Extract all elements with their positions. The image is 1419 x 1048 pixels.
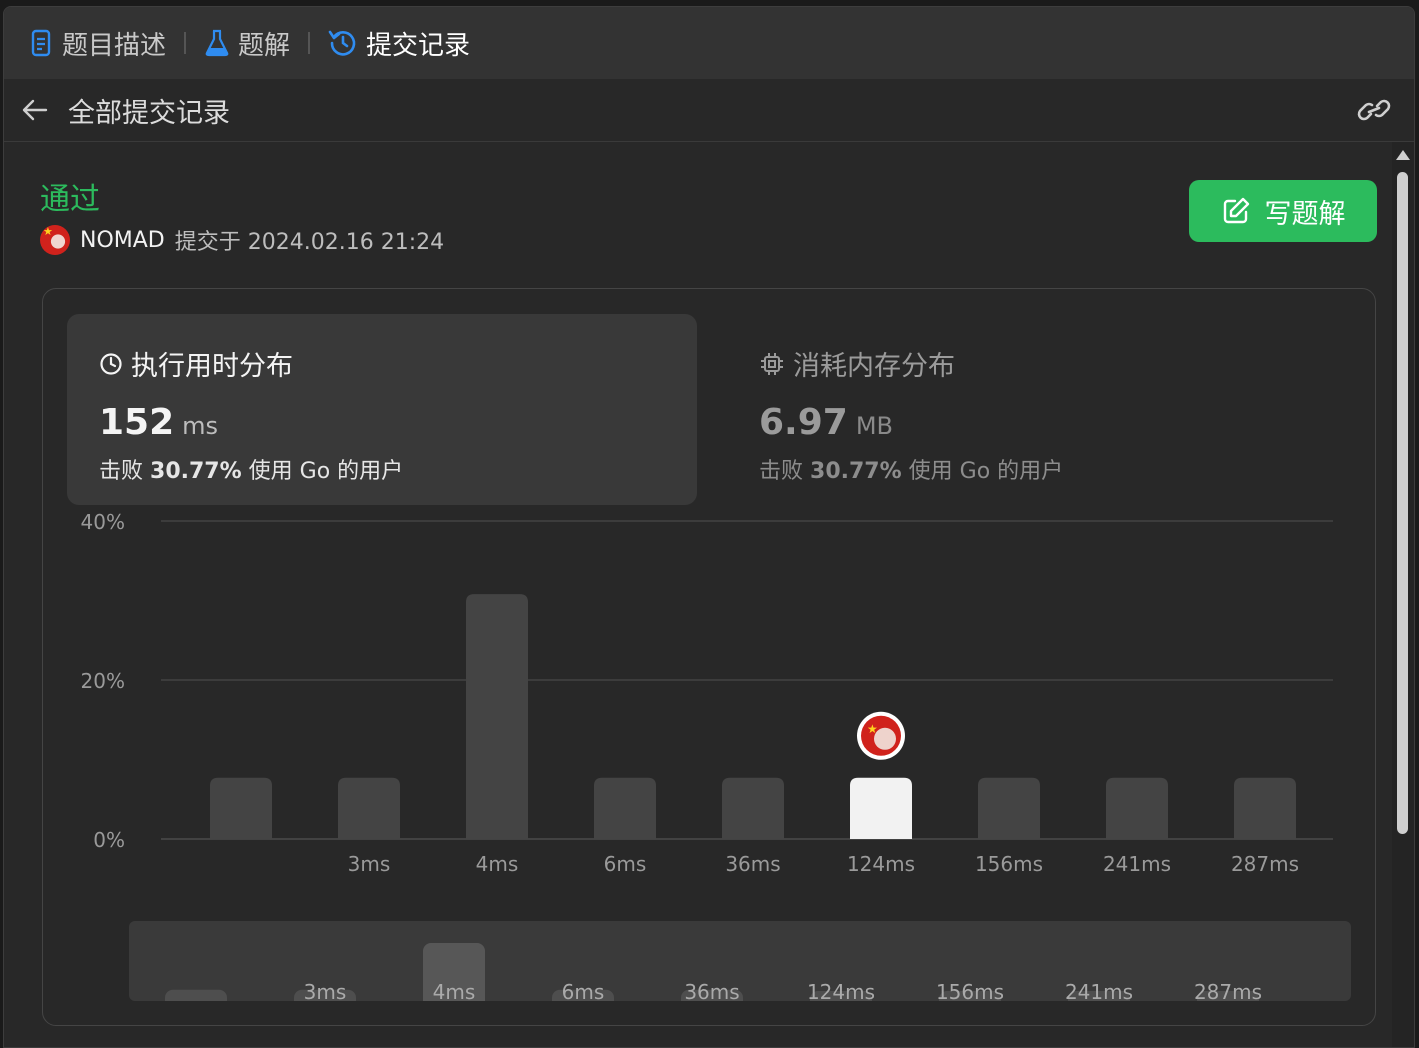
brush-tick-label: 287ms <box>1194 980 1262 1001</box>
submission-meta: NOMAD 提交于 2024.02.16 21:24 <box>40 224 444 256</box>
write-solution-button[interactable]: 写题解 <box>1189 180 1377 242</box>
x-tick-label: 287ms <box>1231 852 1299 876</box>
flask-icon <box>204 29 230 57</box>
scrollbar[interactable] <box>1392 142 1414 1047</box>
x-tick-label: 4ms <box>476 852 519 876</box>
bar[interactable] <box>210 777 272 839</box>
history-icon <box>328 28 358 58</box>
x-tick-label: 241ms <box>1103 852 1171 876</box>
x-tick-label: 3ms <box>348 852 391 876</box>
scrollbar-thumb[interactable] <box>1397 172 1408 834</box>
star-icon: ★ <box>867 722 878 736</box>
back-button[interactable] <box>20 95 50 125</box>
memory-value: 6.97 <box>759 402 848 443</box>
beat-percent: 30.77% <box>150 459 242 484</box>
page-title: 全部提交记录 <box>68 97 230 129</box>
y-tick-label: 40% <box>81 510 125 534</box>
bar[interactable] <box>338 777 400 839</box>
tab-submissions[interactable]: 提交记录 <box>328 7 470 79</box>
arrow-left-icon <box>22 99 48 121</box>
clock-icon <box>100 352 122 375</box>
tab-description[interactable]: 题目描述 <box>30 7 166 79</box>
x-tick-label: 124ms <box>847 852 915 876</box>
brush-tick-label: 36ms <box>684 980 739 1001</box>
beat-suffix: 使用 Go 的用户 <box>248 459 404 484</box>
x-tick-label: 36ms <box>725 852 780 876</box>
beat-prefix: 击败 <box>759 459 804 484</box>
document-icon <box>30 29 54 57</box>
runtime-value: 152 <box>99 402 175 443</box>
bar-highlighted[interactable] <box>850 777 912 839</box>
brush-svg: 3ms 4ms 6ms 36ms 124ms 156ms 241ms 287ms <box>165 943 1262 1001</box>
brush-tick-label: 3ms <box>304 980 347 1001</box>
bar[interactable] <box>1234 777 1296 839</box>
copy-link-button[interactable] <box>1356 95 1392 125</box>
memory-card[interactable]: 消耗内存分布 6.97 MB 击败 30.77% 使用 Go 的用户 <box>727 314 1357 505</box>
runtime-unit: ms <box>182 412 219 440</box>
y-tick-label: 0% <box>93 828 125 852</box>
username-link[interactable]: NOMAD <box>80 228 165 253</box>
tab-solutions[interactable]: 题解 <box>204 7 290 79</box>
brush-tick-label: 124ms <box>807 980 875 1001</box>
x-tick-label: 6ms <box>604 852 647 876</box>
scroll-up-arrow-icon[interactable] <box>1396 150 1410 160</box>
brush-tick-label: 4ms <box>433 980 476 1001</box>
brush-bar <box>165 989 227 1001</box>
submitted-time: 提交于 2024.02.16 21:24 <box>174 230 445 255</box>
memory-beat-text: 击败 30.77% 使用 Go 的用户 <box>759 453 1063 485</box>
avatar[interactable] <box>40 225 70 255</box>
status-badge: 通过 <box>40 182 100 217</box>
edit-icon <box>1223 197 1249 224</box>
brush-tick-label: 241ms <box>1065 980 1133 1001</box>
tab-label: 题解 <box>238 30 291 61</box>
beat-percent: 30.77% <box>810 459 902 484</box>
distribution-panel: 执行用时分布 152 ms 击败 30.77% 使用 Go 的用户 消耗内存分布 <box>42 288 1376 1026</box>
chart-svg: 40% 20% 0% 3ms 4ms 6ms 36ms 124ms ★ 156ms 241ms 287… <box>81 510 1333 876</box>
bar[interactable] <box>722 777 784 839</box>
tab-divider <box>308 32 311 54</box>
beat-prefix: 击败 <box>99 459 144 484</box>
tab-divider <box>184 32 187 54</box>
runtime-beat-text: 击败 30.77% 使用 Go 的用户 <box>99 453 403 485</box>
tab-label: 题目描述 <box>62 30 167 61</box>
runtime-card[interactable]: 执行用时分布 152 ms 击败 30.77% 使用 Go 的用户 <box>67 314 697 505</box>
memory-unit: MB <box>855 412 893 440</box>
bar[interactable] <box>466 594 528 839</box>
submission-detail: 通过 NOMAD 提交于 2024.02.16 21:24 写题解 执行用时分布… <box>4 142 1392 1047</box>
runtime-title: 执行用时分布 <box>131 351 293 382</box>
runtime-distribution-chart: 40% 20% 0% 3ms 4ms 6ms 36ms 124ms ★ 156ms 241ms 287… <box>43 509 1375 904</box>
link-icon <box>1357 99 1391 121</box>
submission-subheader: 全部提交记录 <box>4 79 1414 142</box>
write-solution-label: 写题解 <box>1264 198 1346 230</box>
bar[interactable] <box>978 777 1040 839</box>
bar[interactable] <box>1106 777 1168 839</box>
chart-range-brush[interactable]: 3ms 4ms 6ms 36ms 124ms 156ms 241ms 287ms <box>129 921 1351 1001</box>
tab-label: 提交记录 <box>366 30 471 61</box>
brush-tick-label: 156ms <box>936 980 1004 1001</box>
memory-title: 消耗内存分布 <box>793 351 955 382</box>
bar[interactable] <box>594 777 656 839</box>
x-tick-label: 156ms <box>975 852 1043 876</box>
tab-bar: 题目描述 题解 提交记录 <box>4 7 1414 79</box>
beat-suffix: 使用 Go 的用户 <box>908 459 1064 484</box>
brush-tick-label: 6ms <box>562 980 605 1001</box>
submission-window: 题目描述 题解 提交记录 全部提交记录 通过 NOMAD <box>3 6 1415 1048</box>
y-tick-label: 20% <box>81 669 125 693</box>
chip-icon <box>761 352 783 375</box>
